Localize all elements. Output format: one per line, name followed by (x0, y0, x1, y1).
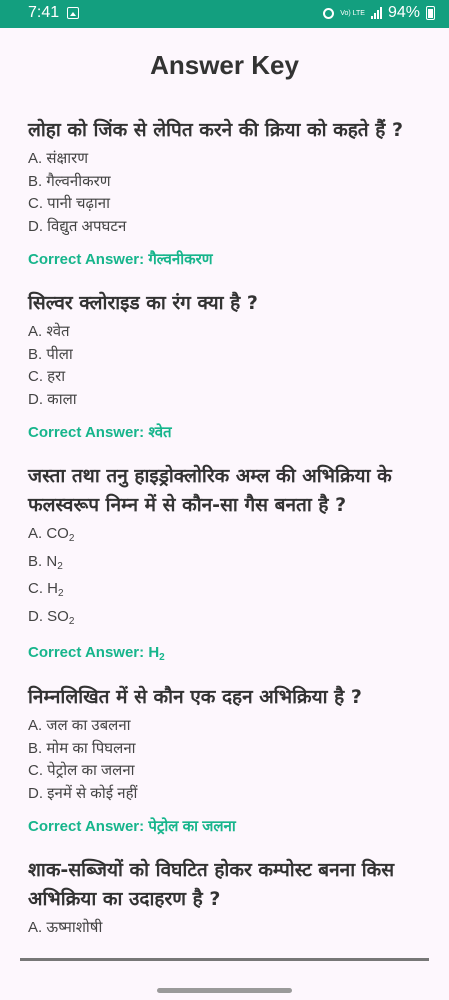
option-item: B. मोम का पिघलना (28, 739, 136, 757)
option-item: D. इनमें से कोई नहीं (28, 784, 138, 802)
volte-indicator: Vo) LTE (340, 9, 365, 17)
option-item: A. जल का उबलना (28, 717, 131, 734)
question-list[interactable]: लोहा को जिंक से लेपित करने की क्रिया को … (28, 116, 428, 960)
question-text: लोहा को जिंक से लेपित करने की क्रिया को … (28, 119, 403, 141)
page-title: Answer Key (150, 50, 299, 80)
correct-answer-prefix: Correct Answer: (28, 424, 145, 441)
option-item: C. हरा (28, 368, 66, 385)
correct-answer-prefix: Correct Answer: (28, 251, 145, 268)
question-text: जस्ता तथा तनु हाइड्रोक्लोरिक अम्ल की अभि… (28, 465, 392, 516)
option-item: C. H2 (28, 580, 64, 599)
signal-icon (370, 7, 382, 19)
options-list: A. संक्षारण B. गैल्वनीकरण C. पानी चढ़ाना D.… (28, 148, 428, 238)
question-text: शाक-सब्जियों को विघटित होकर कम्पोस्ट बनन… (28, 859, 395, 910)
question-card: शाक-सब्जियों को विघटित होकर कम्पोस्ट बनन… (28, 856, 428, 940)
gesture-nav-handle[interactable] (157, 988, 292, 993)
options-list: A. जल का उबलना B. मोम का पिघलना C. पेट्रोल… (28, 715, 428, 805)
status-bar: 7:41 Vo) LTE 94% (0, 0, 449, 28)
option-item: D. विद्युत अपघटन (28, 217, 127, 235)
correct-answer: Correct Answer: पेट्रोल का जलना (28, 816, 428, 836)
status-indicators: Vo) LTE 94% (323, 4, 435, 22)
correct-answer-prefix: Correct Answer: (28, 644, 145, 661)
options-list: A. श्वेत B. पीला C. हरा D. काला (28, 321, 428, 411)
question-card: जस्ता तथा तनु हाइड्रोक्लोरिक अम्ल की अभि… (28, 462, 428, 663)
correct-answer: Correct Answer: श्वेत (28, 422, 428, 442)
option-item: A. संक्षारण (28, 150, 89, 167)
option-item: C. पानी चढ़ाना (28, 195, 111, 212)
alarm-icon (323, 7, 335, 19)
correct-answer-value: श्वेत (148, 424, 172, 441)
question-card: सिल्वर क्लोराइड का रंग क्या है ? A. श्वेत… (28, 289, 428, 442)
option-item: D. काला (28, 390, 77, 408)
options-list: A. ऊष्माशोषी (28, 917, 428, 940)
image-notification-icon (67, 7, 79, 19)
option-item: D. SO2 (28, 607, 75, 627)
question-text: निम्नलिखित में से कौन एक दहन अभिक्रिया ह… (28, 686, 362, 708)
option-item: C. पेट्रोल का जलना (28, 762, 135, 779)
correct-answer-prefix: Correct Answer: (28, 818, 145, 835)
option-item: A. श्वेत (28, 323, 70, 340)
scroll-divider (20, 958, 429, 961)
question-card: लोहा को जिंक से लेपित करने की क्रिया को … (28, 116, 428, 269)
correct-answer-value: गैल्वनीकरण (148, 251, 213, 268)
correct-answer: Correct Answer: H2 (28, 644, 428, 663)
battery-percentage: 94% (387, 4, 420, 21)
battery-icon (426, 6, 435, 20)
option-item: A. CO2 (28, 525, 75, 544)
correct-answer-value: H2 (148, 644, 165, 663)
option-item: B. पीला (28, 345, 73, 363)
option-item: B. N2 (28, 552, 63, 572)
option-item: A. ऊष्माशोषी (28, 919, 103, 936)
options-list: A. CO2 B. N2 C. H2 D. SO2 (28, 523, 428, 633)
correct-answer-value: पेट्रोल का जलना (148, 818, 236, 835)
status-time: 7:41 (28, 4, 60, 21)
correct-answer: Correct Answer: गैल्वनीकरण (28, 249, 428, 269)
question-text: सिल्वर क्लोराइड का रंग क्या है ? (28, 292, 258, 314)
option-item: B. गैल्वनीकरण (28, 172, 111, 190)
question-card: निम्नलिखित में से कौन एक दहन अभिक्रिया ह… (28, 683, 428, 836)
